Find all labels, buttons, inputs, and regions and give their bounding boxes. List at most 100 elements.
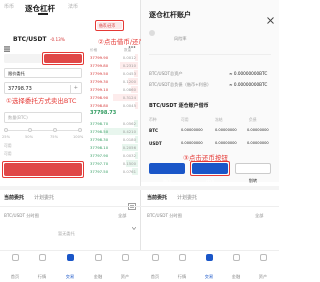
nav-trade-right[interactable]: 交易 xyxy=(198,254,220,282)
percent-25[interactable]: 25% xyxy=(2,135,10,139)
order-subtitle: BTC/USDT 分时图 xyxy=(4,213,39,218)
last-price: 37798.73 xyxy=(90,110,117,116)
percent-50[interactable]: 50% xyxy=(25,135,33,139)
sell-tab-highlight xyxy=(42,52,84,65)
bid-price: 37797.50 xyxy=(90,169,109,174)
price-input[interactable]: 37798.73 + xyxy=(4,82,82,94)
coin-btc: BTC xyxy=(149,128,159,133)
all-filter[interactable]: 全部 xyxy=(118,213,126,218)
nav-home[interactable]: 首页 xyxy=(4,254,26,282)
total-assets-value: ≈ 0.00000000BTC xyxy=(229,71,268,76)
home-icon xyxy=(11,254,19,261)
bid-qty: 0.4210 xyxy=(122,129,136,134)
col-coin: 币种 xyxy=(149,117,157,122)
ask-price: 37799.90 xyxy=(90,55,109,60)
nav-assets-right[interactable]: 资产 xyxy=(252,254,274,282)
ask-row[interactable]: 37798.90 0.3124 xyxy=(90,94,138,101)
bid-qty: 0.0562 xyxy=(122,121,136,126)
order-type-select[interactable]: 限价委托 xyxy=(4,68,82,88)
bid-row[interactable]: 37797.50 0.0761 xyxy=(90,168,138,175)
ask-qty: 0.2310 xyxy=(122,63,136,68)
bid-price: 37798.50 xyxy=(90,129,109,134)
assets-icon xyxy=(259,254,267,261)
transfer-button[interactable]: 划转 xyxy=(235,163,271,183)
ask-price: 37798.90 xyxy=(90,95,109,100)
bid-row[interactable]: 37798.10 0.2056 xyxy=(90,144,138,151)
total-assets-label: BTC/USDT总资产 xyxy=(149,71,183,76)
annotation-1: ①选择委托方式卖出BTC xyxy=(6,97,77,105)
tab-current-orders-right[interactable]: 当前委托 xyxy=(147,196,167,201)
ask-qty: 0.0045 xyxy=(122,103,136,108)
ask-qty: 0.0012 xyxy=(122,55,136,60)
borrow-repay-highlight xyxy=(95,20,124,31)
market-icon xyxy=(178,254,186,261)
home-icon xyxy=(151,254,159,261)
bottom-nav-right: 首页 行情 交易 金融 资产 xyxy=(141,250,279,278)
nav-market-right[interactable]: 行情 xyxy=(171,254,193,282)
pair-label[interactable]: BTC/USDT xyxy=(13,37,47,43)
buy-tab[interactable]: 买入 xyxy=(4,54,42,72)
bid-row[interactable]: 37798.50 0.4210 xyxy=(90,128,138,135)
close-icon[interactable] xyxy=(267,9,274,28)
order-subtitle-right: BTC/USDT 分时图 xyxy=(147,213,182,218)
empty-hint: 暂无委托 xyxy=(58,231,75,236)
percent-slider[interactable] xyxy=(4,127,82,133)
ask-row[interactable]: 37799.30 0.1200 xyxy=(90,78,138,85)
ask-qty: 0.0860 xyxy=(122,87,136,92)
ask-row[interactable]: 37799.10 0.0860 xyxy=(90,86,138,93)
nav-market[interactable]: 行情 xyxy=(31,254,53,282)
bid-row[interactable]: 37797.70 0.1500 xyxy=(90,160,138,167)
repay-button-highlight xyxy=(190,161,230,176)
bid-qty: 0.0180 xyxy=(122,137,136,142)
percent-100[interactable]: 100% xyxy=(73,135,83,139)
tab-spot[interactable]: 币币 xyxy=(4,5,14,10)
nav-finance[interactable]: 金融 xyxy=(87,254,109,282)
risk-label: 风险率 xyxy=(174,36,187,41)
bid-qty: 0.1500 xyxy=(122,161,136,166)
assets-icon xyxy=(121,254,129,261)
col-debt: 负债 xyxy=(249,117,257,122)
sell-button-highlight xyxy=(2,161,84,178)
usdt-available: 0.00000000 xyxy=(181,141,203,145)
bid-row[interactable]: 37798.70 0.0562 xyxy=(90,120,138,127)
nav-finance-right[interactable]: 金融 xyxy=(225,254,247,282)
trade-panel: 币币 逐仓杠杆 法币 BTC/USDT -0.13% 借币/还币 ②点击借币/还… xyxy=(0,0,145,278)
all-filter-right[interactable]: 全部 xyxy=(255,213,263,218)
bid-price: 37797.70 xyxy=(90,161,109,166)
ask-price: 37799.50 xyxy=(90,71,109,76)
btc-debt: 0.00000000 xyxy=(247,128,269,132)
orders-list-icon[interactable] xyxy=(128,195,136,210)
ask-qty: 0.1200 xyxy=(122,79,136,84)
annotation-2: ②点击借币/还币 xyxy=(98,38,146,46)
coin-avatar xyxy=(149,30,155,36)
total-debt-label: BTC/USDT总负债（借币+利息） xyxy=(149,82,212,87)
increment-icon[interactable]: + xyxy=(74,86,78,91)
tab-current-orders[interactable]: 当前委托 xyxy=(4,196,24,201)
ask-qty: 0.0453 xyxy=(122,71,136,76)
nav-home-right[interactable]: 首页 xyxy=(144,254,166,282)
bid-qty: 0.0761 xyxy=(122,169,136,174)
nav-trade[interactable]: 交易 xyxy=(59,254,81,282)
nav-assets[interactable]: 资产 xyxy=(114,254,136,282)
bid-row[interactable]: 37797.90 0.0032 xyxy=(90,152,138,159)
tab-plan-orders[interactable]: 计划委托 xyxy=(34,196,54,201)
tab-fiat[interactable]: 法币 xyxy=(68,5,78,10)
bid-price: 37798.70 xyxy=(90,121,109,126)
ask-row[interactable]: 37799.80 0.2310 xyxy=(90,62,138,69)
bid-row[interactable]: 37798.30 0.0180 xyxy=(90,136,138,143)
menu-icon[interactable] xyxy=(4,37,10,52)
ask-price: 37798.80 xyxy=(90,103,109,108)
percent-75[interactable]: 75% xyxy=(50,135,58,139)
finance-icon xyxy=(94,254,102,261)
ask-row[interactable]: 37798.80 0.0045 xyxy=(90,102,138,109)
borrow-button[interactable]: 借币 xyxy=(149,163,185,182)
bottom-nav: 首页 行情 交易 金融 资产 xyxy=(0,250,141,278)
ask-row[interactable]: 37799.90 0.0012 xyxy=(90,54,138,61)
tab-plan-orders-right[interactable]: 计划委托 xyxy=(177,196,197,201)
bid-qty: 0.0032 xyxy=(122,153,136,158)
ask-row[interactable]: 37799.50 0.0453 xyxy=(90,70,138,77)
amount-input[interactable]: 数量(BTC) xyxy=(4,112,82,123)
btc-frozen: 0.00000000 xyxy=(215,128,237,132)
col-frozen: 冻结 xyxy=(215,117,223,122)
bid-price: 37798.10 xyxy=(90,145,109,150)
